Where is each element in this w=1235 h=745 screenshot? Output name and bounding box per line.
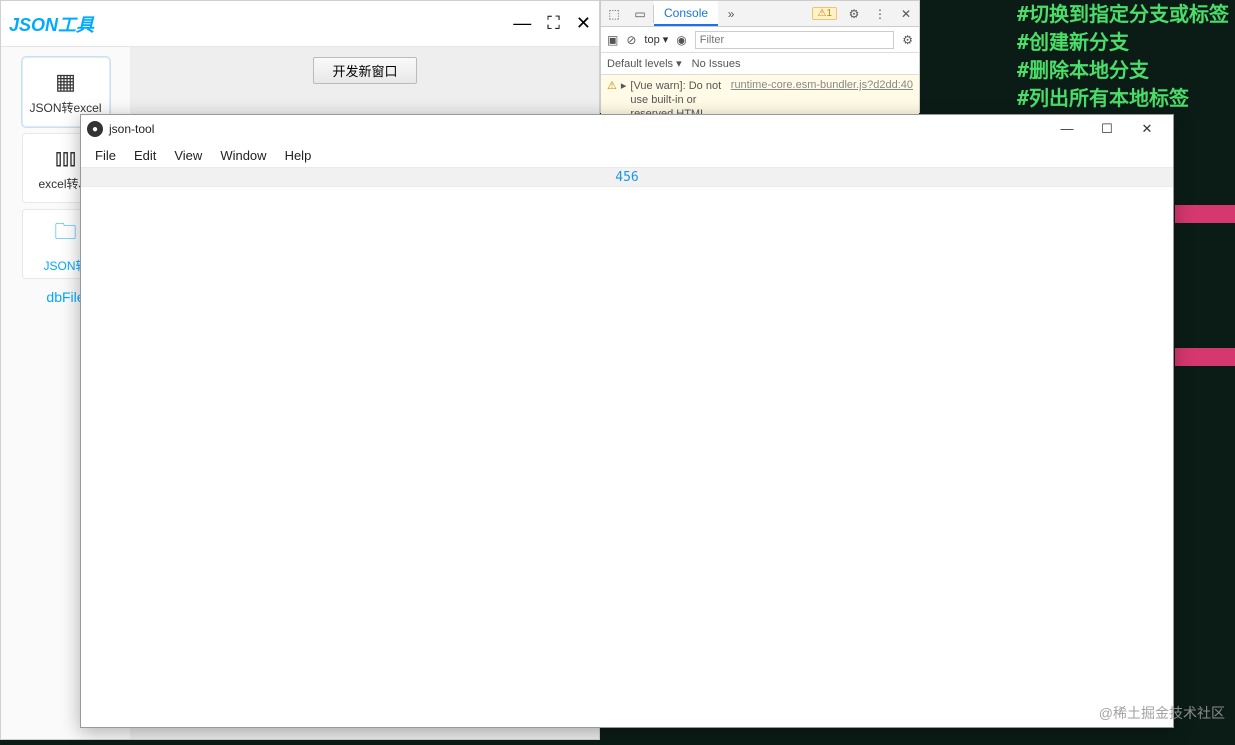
sidebar-link-dbfile[interactable]: dbFile xyxy=(46,289,84,305)
bg-comment-line: #切换到指定分支或标签 xyxy=(1017,0,1229,28)
maximize-icon[interactable]: ☐ xyxy=(1087,121,1127,137)
close-icon[interactable]: ✕ xyxy=(1127,121,1167,137)
titlebar[interactable]: ● json-tool — ☐ ✕ xyxy=(81,115,1173,143)
gear-icon[interactable]: ⚙ xyxy=(902,33,913,47)
devtools-tabs: ⬚ ▭ Console » ⚠1 ⚙ ⋮ ✕ xyxy=(601,1,919,27)
bg-comment-line: #列出所有本地标签 xyxy=(1017,84,1229,112)
menu-window[interactable]: Window xyxy=(212,146,274,165)
bg-highlight xyxy=(1175,348,1235,366)
devtools-window: ⬚ ▭ Console » ⚠1 ⚙ ⋮ ✕ ▣ ⊘ top ▾ ◉ ⚙ Def… xyxy=(600,0,920,113)
bg-comment-line: #创建新分支 xyxy=(1017,28,1229,56)
content-bar: 456 xyxy=(81,167,1173,187)
clear-icon[interactable]: ⊘ xyxy=(626,33,636,47)
maximize-icon[interactable]: ⛶ xyxy=(547,13,560,34)
titlebar[interactable]: JSON工具 — ⛶ ✕ xyxy=(1,1,599,47)
menubar: File Edit View Window Help xyxy=(81,143,1173,167)
app-title: JSON工具 xyxy=(9,11,94,37)
sidebar-toggle-icon[interactable]: ▣ xyxy=(607,33,618,47)
menu-view[interactable]: View xyxy=(166,146,210,165)
watermark: @稀土掘金技术社区 xyxy=(1099,703,1225,723)
json-tool-front-window: ● json-tool — ☐ ✕ File Edit View Window … xyxy=(80,114,1174,728)
close-icon[interactable]: ✕ xyxy=(893,7,919,21)
close-icon[interactable]: ✕ xyxy=(576,13,591,34)
expand-icon[interactable]: ▸ xyxy=(621,79,627,92)
bg-comment-line: #删除本地分支 xyxy=(1017,56,1229,84)
bars-icon: ⫾⫾⫾ xyxy=(55,145,76,171)
menu-file[interactable]: File xyxy=(87,146,124,165)
context-dropdown[interactable]: top ▾ xyxy=(644,33,668,46)
eye-icon[interactable]: ◉ xyxy=(676,33,686,47)
device-icon[interactable]: ▭ xyxy=(627,7,653,21)
app-icon: ● xyxy=(87,121,103,137)
content-body xyxy=(81,187,1173,727)
devtools-levels-row: Default levels ▾ No Issues xyxy=(601,53,919,75)
warn-badge[interactable]: ⚠1 xyxy=(812,7,837,20)
devtools-toolbar: ▣ ⊘ top ▾ ◉ ⚙ xyxy=(601,27,919,53)
warn-icon: ⚠ xyxy=(607,79,617,92)
menu-help[interactable]: Help xyxy=(277,146,320,165)
no-issues-label[interactable]: No Issues xyxy=(692,58,741,70)
more-tabs-icon[interactable]: » xyxy=(718,7,744,21)
gear-icon[interactable]: ⚙ xyxy=(841,7,867,21)
tab-console[interactable]: Console xyxy=(654,1,718,26)
minimize-icon[interactable]: — xyxy=(513,13,531,34)
grid-icon: ▦ xyxy=(55,69,76,95)
minimize-icon[interactable]: — xyxy=(1047,121,1087,137)
levels-dropdown[interactable]: Default levels ▾ xyxy=(607,57,682,70)
sidebar-item-label: JSON转excel xyxy=(29,99,101,116)
window-title: json-tool xyxy=(109,122,154,136)
inspect-icon[interactable]: ⬚ xyxy=(601,7,627,21)
kebab-icon[interactable]: ⋮ xyxy=(867,7,893,21)
open-new-window-button[interactable]: 开发新窗口 xyxy=(313,57,416,84)
bg-highlight xyxy=(1175,205,1235,223)
source-link[interactable]: runtime-core.esm-bundler.js?d2dd:40 xyxy=(731,79,913,91)
filter-input[interactable] xyxy=(695,31,894,49)
menu-edit[interactable]: Edit xyxy=(126,146,164,165)
folder-icon: 🗀 xyxy=(54,215,76,253)
